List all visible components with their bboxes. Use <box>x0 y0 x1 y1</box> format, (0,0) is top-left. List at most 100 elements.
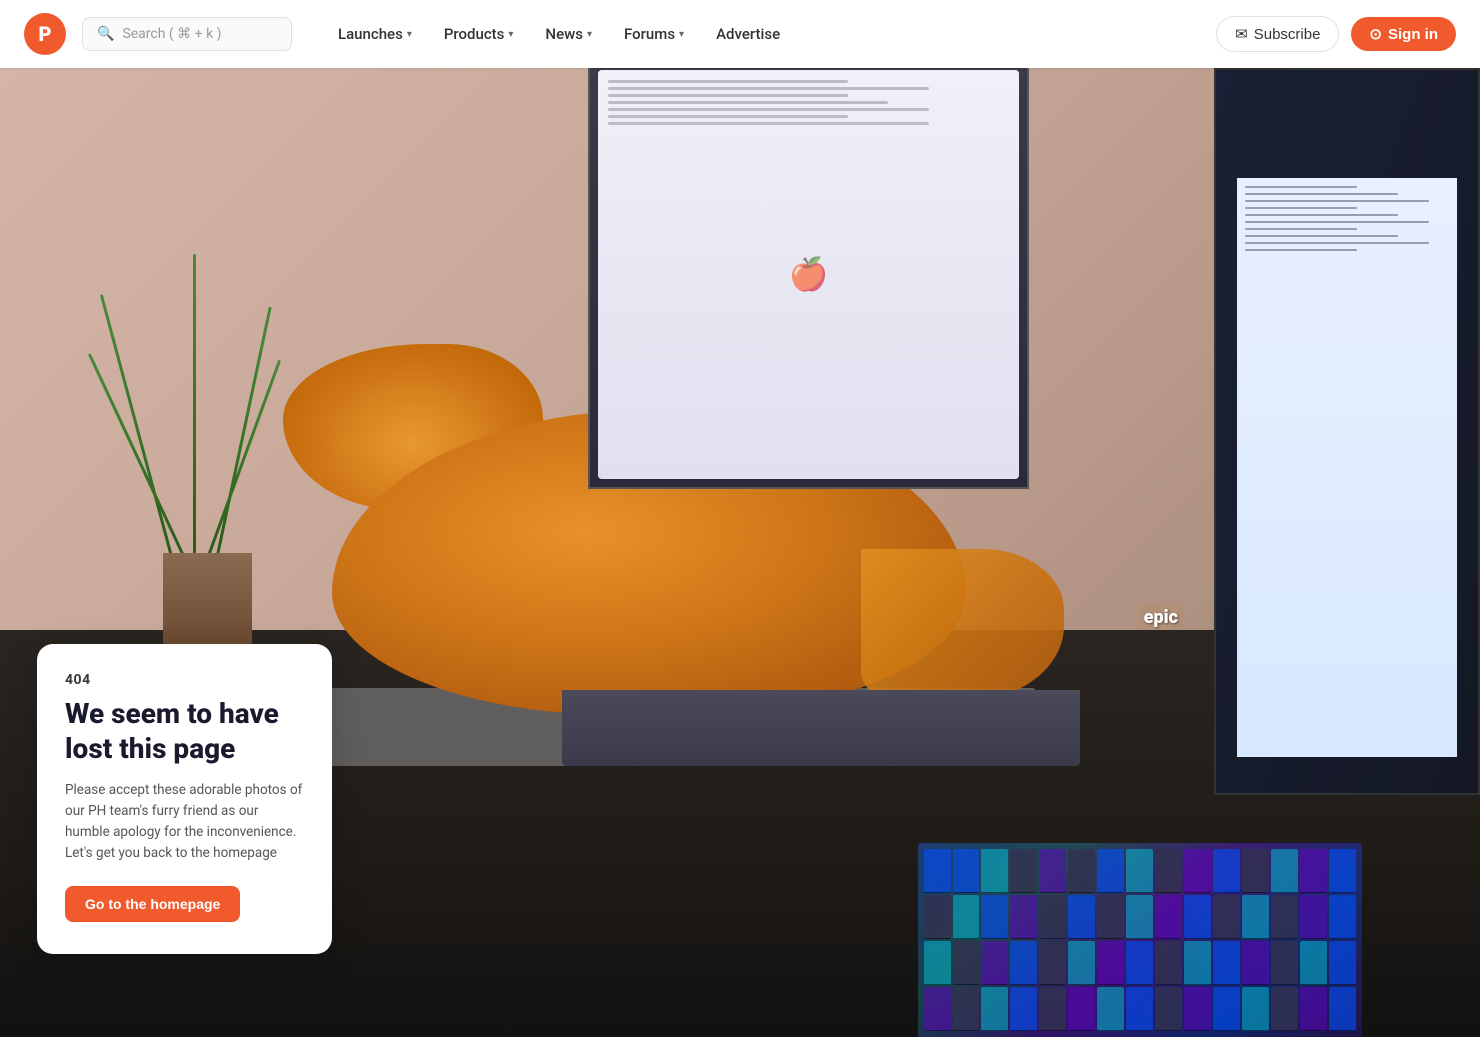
key <box>1010 987 1037 1031</box>
key <box>981 941 1008 985</box>
key <box>1126 849 1153 893</box>
key <box>924 941 951 985</box>
monitor-screen-content <box>1237 178 1457 756</box>
key <box>1184 987 1211 1031</box>
key <box>1155 895 1182 939</box>
nav-item-advertise[interactable]: Advertise <box>702 17 794 51</box>
keyboard <box>918 843 1362 1037</box>
plant-stem <box>193 254 196 564</box>
search-box[interactable]: 🔍 Search ( ⌘ + k ) <box>82 17 292 51</box>
nav-advertise-label: Advertise <box>716 25 780 43</box>
signin-label: Sign in <box>1388 26 1438 43</box>
key <box>981 849 1008 893</box>
key <box>924 849 951 893</box>
key <box>1010 941 1037 985</box>
monitor-line <box>1245 249 1357 251</box>
key <box>1068 849 1095 893</box>
subscribe-label: Subscribe <box>1254 26 1321 43</box>
keyboard-keys <box>924 849 1356 1031</box>
key <box>1010 895 1037 939</box>
key <box>1213 987 1240 1031</box>
key <box>1242 849 1269 893</box>
nav-item-launches[interactable]: Launches ▾ <box>324 17 426 51</box>
chevron-down-icon: ▾ <box>587 29 592 40</box>
key <box>1329 987 1356 1031</box>
chevron-down-icon: ▾ <box>407 29 412 40</box>
screen-line <box>608 101 888 104</box>
laptop-screen: 🍎 <box>588 68 1028 489</box>
nav-items: Launches ▾ Products ▾ News ▾ Forums ▾ Ad… <box>324 17 794 51</box>
screen-line <box>608 80 848 83</box>
chevron-down-icon: ▾ <box>508 29 513 40</box>
key <box>1213 849 1240 893</box>
monitor-line <box>1245 235 1398 237</box>
key <box>1271 941 1298 985</box>
key <box>1126 895 1153 939</box>
nav-item-products[interactable]: Products ▾ <box>430 17 528 51</box>
screen-line <box>608 87 928 90</box>
key <box>1242 941 1269 985</box>
nav-item-news[interactable]: News ▾ <box>531 17 606 51</box>
signin-button[interactable]: ⊙ Sign in <box>1351 17 1456 51</box>
key <box>1213 941 1240 985</box>
search-placeholder: Search ( ⌘ + k ) <box>122 26 221 42</box>
nav-right: ✉ Subscribe ⊙ Sign in <box>1216 16 1456 52</box>
subscribe-button[interactable]: ✉ Subscribe <box>1216 16 1339 52</box>
laptop-base <box>562 690 1080 766</box>
error-description: Please accept these adorable photos of o… <box>65 780 304 864</box>
plant-pot <box>163 553 252 650</box>
key <box>953 895 980 939</box>
key <box>1271 987 1298 1031</box>
screen-line <box>608 122 928 125</box>
key <box>1126 987 1153 1031</box>
sticker-epic: epic <box>1138 605 1184 630</box>
key <box>1242 895 1269 939</box>
apple-logo-icon: 🍎 <box>789 255 829 293</box>
key <box>953 849 980 893</box>
key <box>953 987 980 1031</box>
key <box>1097 987 1124 1031</box>
key <box>1300 849 1327 893</box>
key <box>1010 849 1037 893</box>
key <box>1300 895 1327 939</box>
key <box>1097 941 1124 985</box>
chevron-down-icon: ▾ <box>679 29 684 40</box>
go-to-homepage-button[interactable]: Go to the homepage <box>65 886 240 922</box>
nav-news-label: News <box>545 25 583 43</box>
key <box>1039 895 1066 939</box>
error-code: 404 <box>65 672 304 688</box>
key <box>1213 895 1240 939</box>
key <box>924 895 951 939</box>
key <box>1329 895 1356 939</box>
key <box>1242 987 1269 1031</box>
key <box>1329 941 1356 985</box>
key <box>1184 941 1211 985</box>
key <box>1300 941 1327 985</box>
key <box>1039 941 1066 985</box>
key <box>1097 849 1124 893</box>
key <box>1068 987 1095 1031</box>
key <box>1068 895 1095 939</box>
nav-forums-label: Forums <box>624 25 675 43</box>
key <box>981 895 1008 939</box>
monitor-line <box>1245 207 1357 209</box>
laptop: 🍎 <box>562 262 1080 766</box>
key <box>1039 987 1066 1031</box>
key <box>1097 895 1124 939</box>
key <box>1126 941 1153 985</box>
monitor-screen <box>1214 68 1480 795</box>
monitor-line <box>1245 214 1398 216</box>
key <box>1300 987 1327 1031</box>
key <box>1155 941 1182 985</box>
logo[interactable]: P <box>24 13 66 55</box>
key <box>1329 849 1356 893</box>
monitor-line <box>1245 200 1429 202</box>
email-icon: ✉ <box>1235 25 1248 43</box>
key <box>953 941 980 985</box>
monitor-line <box>1245 186 1357 188</box>
nav-item-forums[interactable]: Forums ▾ <box>610 17 698 51</box>
screen-lines <box>608 80 1008 129</box>
plant-stems <box>136 254 278 564</box>
monitor-line <box>1245 242 1429 244</box>
key <box>1155 849 1182 893</box>
